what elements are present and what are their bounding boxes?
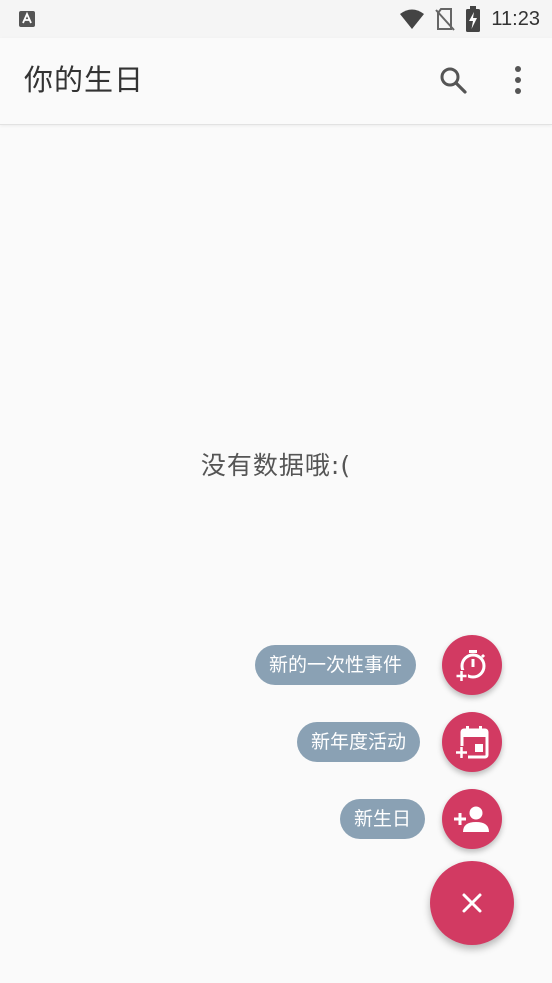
app-bar: 你的生日 bbox=[0, 38, 552, 125]
keyboard-a-icon bbox=[19, 11, 35, 27]
more-options-button[interactable] bbox=[496, 58, 540, 102]
add-person-icon bbox=[454, 806, 489, 832]
status-bar: 11:23 bbox=[0, 0, 552, 38]
fab-label-new-birthday[interactable]: 新生日 bbox=[340, 799, 426, 839]
search-button[interactable] bbox=[431, 58, 475, 102]
screen: 11:23 你的生日 没有数据哦:( 新的一次性事件 新年度活动 新生日 bbox=[0, 0, 552, 983]
new-annual-event-button[interactable] bbox=[442, 712, 502, 772]
close-speed-dial-button[interactable] bbox=[430, 861, 514, 945]
fab-label-new-one-time-event[interactable]: 新的一次性事件 bbox=[255, 645, 417, 685]
more-vert-icon bbox=[515, 66, 521, 94]
add-timer-icon bbox=[455, 650, 486, 682]
new-one-time-event-button[interactable] bbox=[442, 635, 502, 695]
close-icon bbox=[462, 893, 482, 913]
battery-charging-icon bbox=[466, 6, 481, 32]
add-calendar-icon bbox=[455, 726, 489, 759]
wifi-icon bbox=[400, 9, 425, 29]
fab-label-new-annual-event[interactable]: 新年度活动 bbox=[297, 722, 421, 762]
status-icons: 11:23 bbox=[399, 6, 540, 32]
search-icon bbox=[440, 67, 467, 94]
status-time: 11:23 bbox=[491, 8, 540, 30]
new-birthday-button[interactable] bbox=[442, 789, 502, 849]
empty-state-message: 没有数据哦:( bbox=[200, 451, 352, 480]
page-title: 你的生日 bbox=[24, 63, 145, 97]
no-sim-icon bbox=[435, 8, 456, 31]
